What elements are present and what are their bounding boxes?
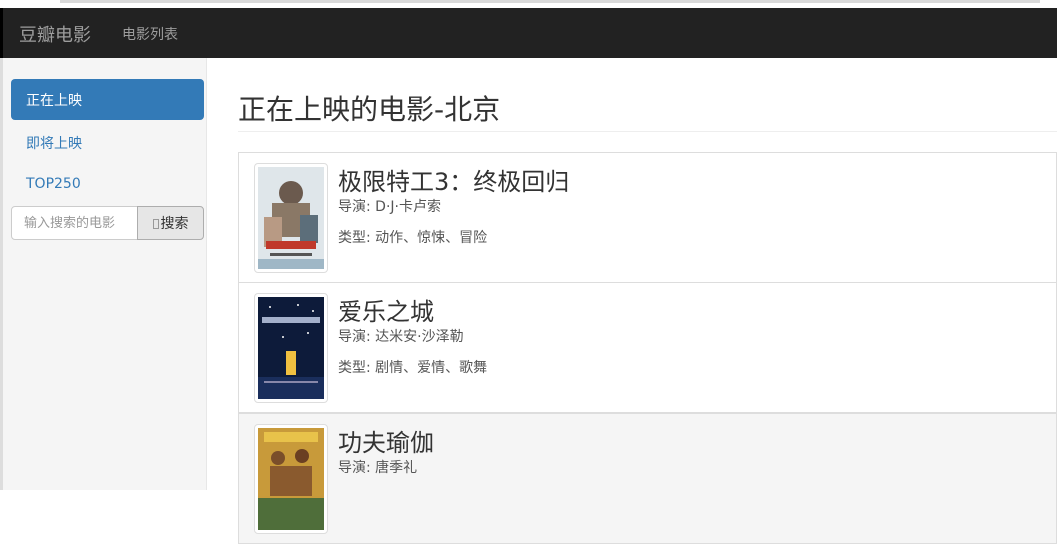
nav-link-movie-list[interactable]: 电影列表 [122,24,178,44]
top-shade [60,0,1040,3]
movie-item[interactable]: 爱乐之城 导演: 达米安·沙泽勒 类型: 剧情、爱情、歌舞 [238,282,1057,413]
movie-genres: 类型: 剧情、爱情、歌舞 [338,357,487,377]
sidebar-item-top250[interactable]: TOP250 [11,165,204,206]
search-form: 搜索 [11,206,204,240]
movie-title[interactable]: 极限特工3：终极回归 [338,162,569,197]
director-value: D·J·卡卢索 [375,199,441,215]
director-label: 导演: [338,199,376,215]
movie-item[interactable]: 极限特工3：终极回归 导演: D·J·卡卢索 类型: 动作、惊悚、冒险 [238,152,1057,283]
search-glyph-icon [152,219,159,229]
director-value: 达米安·沙泽勒 [375,329,464,345]
poster-lalaland-icon [258,297,324,399]
director-label: 导演: [338,329,376,345]
movie-director: 导演: 达米安·沙泽勒 [338,326,464,346]
poster-kungfu-yoga-icon [258,428,324,530]
director-value: 唐季礼 [375,460,418,476]
movie-director: 导演: D·J·卡卢索 [338,196,441,216]
navbar: 豆瓣电影 电影列表 [0,8,1057,58]
search-button[interactable]: 搜索 [137,206,204,240]
genre-value: 剧情、爱情、歌舞 [375,360,488,376]
movie-poster[interactable] [254,424,328,534]
movie-poster[interactable] [254,163,328,273]
sidebar: 正在上映 即将上映 TOP250 搜索 [0,58,207,490]
movie-genres: 类型: 动作、惊悚、冒险 [338,227,487,247]
search-input[interactable] [11,206,139,240]
title-divider [238,131,1057,132]
movie-director: 导演: 唐季礼 [338,457,417,477]
brand-link[interactable]: 豆瓣电影 [19,21,91,47]
sidebar-item-coming-soon[interactable]: 即将上映 [11,122,204,163]
sidebar-item-now-playing[interactable]: 正在上映 [11,79,204,120]
movie-title[interactable]: 爱乐之城 [338,292,434,327]
browser-top-edge [0,0,1057,8]
genre-value: 动作、惊悚、冒险 [375,230,488,246]
movie-title[interactable]: 功夫瑜伽 [338,423,434,458]
director-label: 导演: [338,460,376,476]
page-title: 正在上映的电影-北京 [238,93,501,126]
search-button-label: 搜索 [160,216,189,232]
movie-poster[interactable] [254,293,328,403]
genre-label: 类型: [338,360,376,376]
poster-xxx-icon [258,167,324,269]
genre-label: 类型: [338,230,376,246]
main-content: 正在上映的电影-北京 极限特工3：终极回归 导演: D·J·卡卢索 类型: 动作… [238,58,1057,544]
movie-item[interactable]: 功夫瑜伽 导演: 唐季礼 [238,413,1057,544]
